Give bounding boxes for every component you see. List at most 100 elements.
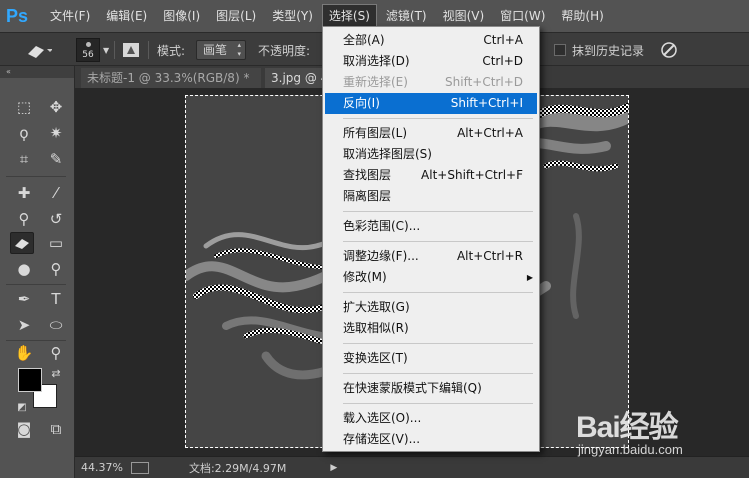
menu-window[interactable]: 窗口(W): [494, 5, 551, 27]
menu-item-modify[interactable]: 修改(M) ▶: [323, 267, 539, 288]
chevron-down-icon[interactable]: ▼: [103, 39, 109, 61]
menu-item-label: 取消选择(D): [343, 54, 410, 68]
menu-item-label: 修改(M): [343, 270, 387, 284]
select-menu-dropdown: 全部(A) Ctrl+A 取消选择(D) Ctrl+D 重新选择(E) Shift+C…: [322, 26, 540, 452]
screen-mode-icon[interactable]: ⧉: [44, 418, 68, 440]
magic-wand-tool-icon[interactable]: ✷: [44, 122, 68, 144]
hand-tool-icon[interactable]: ✋: [12, 342, 36, 364]
brush-tip-icon: [86, 42, 91, 47]
move-tool-icon[interactable]: ✥: [44, 96, 68, 118]
menu-help[interactable]: 帮助(H): [555, 5, 609, 27]
chevron-right-icon[interactable]: ▶: [330, 463, 337, 473]
crop-tool-icon[interactable]: ⌗: [12, 148, 36, 170]
zoom-level[interactable]: 44.37%: [81, 461, 123, 474]
menu-item-label: 查找图层: [343, 168, 392, 182]
menu-item-color-range[interactable]: 色彩范围(C)...: [323, 216, 539, 237]
status-icon: [130, 461, 149, 474]
eraser-tool-icon[interactable]: [24, 39, 52, 61]
menu-separator: [343, 343, 533, 344]
close-icon[interactable]: ×: [259, 71, 261, 85]
history-brush-tool-icon[interactable]: ↺: [44, 208, 68, 230]
quick-mask-icon[interactable]: ◙: [12, 418, 36, 440]
menu-item-inverse[interactable]: 反向(I) Shift+Ctrl+I: [325, 93, 537, 114]
menu-item-label: 隔离图层: [343, 189, 392, 203]
tab-label: 未标题-1 @ 33.3%(RGB/8) *: [87, 71, 250, 85]
menu-edit[interactable]: 编辑(E): [100, 5, 153, 27]
tools-panel: « ⬚ ✥ ϙ ✷ ⌗ ✎ ✚ ⁄ ⚲ ↺ ▭ ● ⚲ ✒ T ➤ ⬭ ✋ ⚲ …: [0, 66, 75, 478]
baidu-logo: Bai经验: [576, 411, 679, 444]
menu-item-all-layers[interactable]: 所有图层(L) Alt+Ctrl+A: [323, 123, 539, 144]
eyedropper-tool-icon[interactable]: ✎: [44, 148, 68, 170]
menu-item-isolate-layers[interactable]: 隔离图层: [323, 186, 539, 207]
mode-select[interactable]: 画笔: [196, 40, 247, 60]
brush-panel-icon[interactable]: [122, 39, 140, 61]
menu-item-label: 取消选择图层(S): [343, 147, 432, 161]
menu-select[interactable]: 选择(S): [321, 4, 377, 28]
menu-item-label: 调整边缘(F)...: [343, 249, 419, 263]
menu-filter[interactable]: 滤镜(T): [380, 5, 433, 27]
gradient-tool-icon[interactable]: ▭: [44, 232, 68, 254]
menu-image[interactable]: 图像(I): [157, 5, 206, 27]
menu-item-grow[interactable]: 扩大选取(G): [323, 297, 539, 318]
divider: [6, 176, 66, 177]
menu-item-label: 色彩范围(C)...: [343, 219, 421, 233]
menu-item-label: 所有图层(L): [343, 126, 408, 140]
divider: [6, 284, 66, 285]
menu-item-select-all[interactable]: 全部(A) Ctrl+A: [323, 30, 539, 51]
erase-to-history-label: 抹到历史记录: [572, 43, 645, 58]
erase-to-history-checkbox[interactable]: [554, 44, 566, 56]
menu-file[interactable]: 文件(F): [44, 5, 96, 27]
menu-item-reselect: 重新选择(E) Shift+Ctrl+D: [323, 72, 539, 93]
tab-3jpg[interactable]: 3.jpg @ 4: [265, 68, 325, 88]
dodge-tool-icon[interactable]: ⚲: [44, 258, 68, 280]
blur-tool-icon[interactable]: ●: [12, 258, 36, 280]
menu-type[interactable]: 类型(Y): [266, 5, 319, 27]
history-option: 抹到历史记录: [554, 39, 644, 61]
path-selection-tool-icon[interactable]: ➤: [12, 314, 36, 336]
menu-separator: [343, 373, 533, 374]
clone-stamp-tool-icon[interactable]: ⚲: [12, 208, 36, 230]
submenu-arrow-icon: ▶: [526, 273, 533, 282]
menu-item-shortcut: Ctrl+D: [482, 54, 523, 68]
menu-separator: [343, 118, 533, 119]
menu-view[interactable]: 视图(V): [437, 5, 491, 27]
tab-untitled[interactable]: 未标题-1 @ 33.3%(RGB/8) * ×: [81, 68, 261, 88]
pen-tool-icon[interactable]: ✒: [12, 288, 36, 310]
pressure-icon[interactable]: [660, 39, 678, 61]
menu-layer[interactable]: 图层(L): [210, 5, 262, 27]
zoom-tool-icon[interactable]: ⚲: [44, 342, 68, 364]
eraser-tool-icon[interactable]: [10, 232, 34, 254]
photoshop-logo: Ps: [6, 6, 29, 26]
ellipse-tool-icon[interactable]: ⬭: [44, 314, 68, 336]
menu-item-shortcut: Ctrl+A: [483, 33, 523, 47]
healing-brush-tool-icon[interactable]: ✚: [12, 182, 36, 204]
swap-colors-icon[interactable]: ⇄: [44, 362, 68, 384]
marquee-tool-icon[interactable]: ⬚: [12, 96, 36, 118]
collapse-icon[interactable]: «: [0, 66, 74, 78]
type-tool-icon[interactable]: T: [44, 288, 68, 310]
menu-item-find-layers[interactable]: 查找图层 Alt+Shift+Ctrl+F: [323, 165, 539, 186]
menu-separator: [343, 403, 533, 404]
menu-item-similar[interactable]: 选取相似(R): [323, 318, 539, 339]
menu-item-deselect[interactable]: 取消选择(D) Ctrl+D: [323, 51, 539, 72]
menu-item-save-selection[interactable]: 存储选区(V)...: [323, 429, 539, 450]
menu-item-load-selection[interactable]: 载入选区(O)...: [323, 408, 539, 429]
menu-item-quick-mask[interactable]: 在快速蒙版模式下编辑(Q): [323, 378, 539, 399]
menu-item-transform-selection[interactable]: 变换选区(T): [323, 348, 539, 369]
menu-item-shortcut: Alt+Shift+Ctrl+F: [421, 168, 523, 182]
menu-item-refine-edge[interactable]: 调整边缘(F)... Alt+Ctrl+R: [323, 246, 539, 267]
mode-select-wrap: 画笔: [196, 39, 247, 61]
menu-item-label: 全部(A): [343, 33, 385, 47]
lasso-tool-icon[interactable]: ϙ: [12, 122, 36, 144]
brush-preset-picker[interactable]: 56: [76, 38, 100, 62]
menu-item-deselect-layers[interactable]: 取消选择图层(S): [323, 144, 539, 165]
default-colors-icon[interactable]: ◩: [10, 396, 34, 418]
brush-tool-icon[interactable]: ⁄: [44, 182, 68, 204]
brush-size: 56: [82, 50, 94, 60]
menu-item-shortcut: Alt+Ctrl+R: [456, 249, 523, 263]
menu-item-label: 存储选区(V)...: [343, 432, 421, 446]
menu-separator: [343, 211, 533, 212]
foreground-color-swatch[interactable]: [18, 368, 42, 392]
menu-item-label: 反向(I): [343, 96, 380, 110]
watermark-url: jingyan.baidu.com: [578, 442, 683, 457]
